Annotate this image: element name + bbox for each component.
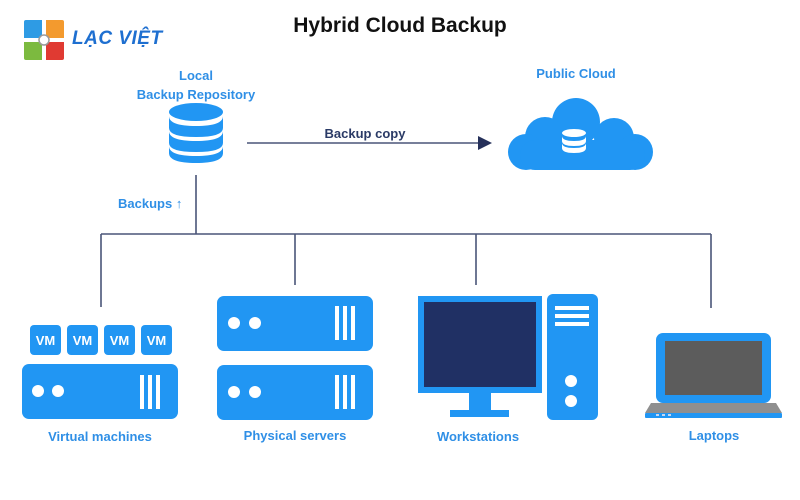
local-repo-label-line2: Backup Repository [136,87,256,102]
cloud-database-icon [562,129,586,153]
vm-label-2: VM [72,333,93,348]
laptops-label: Laptops [688,428,740,443]
virtual-machines-label: Virtual machines [48,429,152,444]
local-repo-label: Local Backup Repository [120,66,272,104]
arrow-up-icon: ↑ [175,196,183,211]
server-stack-icon [217,296,373,420]
vm-label-1: VM [35,333,56,348]
backups-label: Backups ↑ [118,196,198,211]
backups-label-text: Backups [118,196,173,211]
arrow-head-icon [478,136,492,150]
laptop-icon [645,333,782,418]
public-cloud-label: Public Cloud [536,66,616,81]
server-icon [22,364,178,419]
workstations-label: Workstations [436,429,520,444]
database-icon [169,103,223,163]
backup-copy-label: Backup copy [324,126,406,141]
physical-servers-label: Physical servers [243,428,347,443]
desktop-computer-icon [418,294,598,420]
local-repo-label-line1: Local [179,68,213,83]
vm-label-3: VM [109,333,130,348]
vm-label-4: VM [146,333,167,348]
